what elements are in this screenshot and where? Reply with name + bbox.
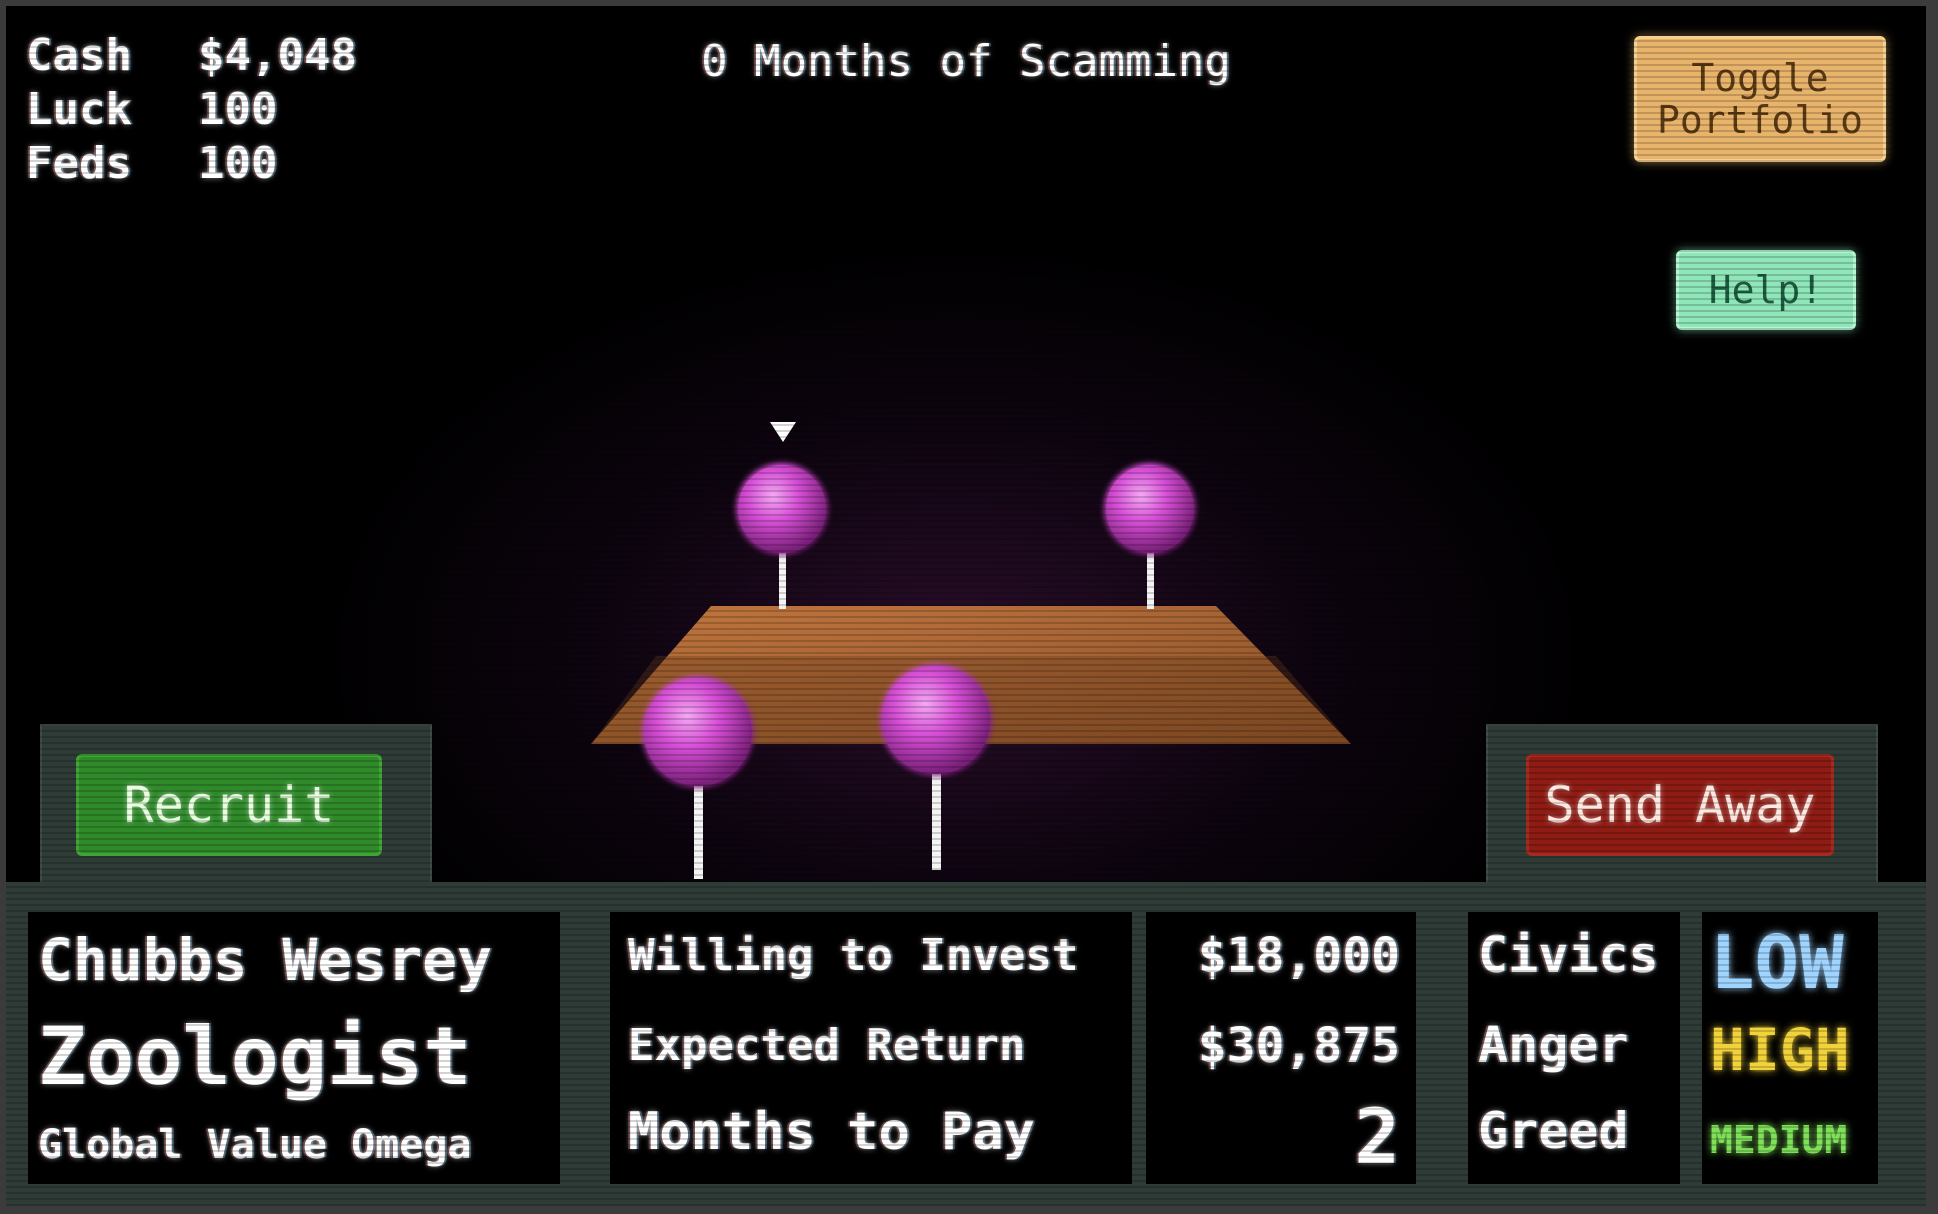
investor-company: Global Value Omega bbox=[38, 1122, 472, 1168]
term-label: Months to Pay bbox=[628, 1102, 1035, 1162]
pin-icon[interactable] bbox=[880, 664, 992, 870]
trait-label: Anger bbox=[1478, 1016, 1629, 1074]
recruit-button[interactable]: Recruit bbox=[76, 754, 382, 856]
investment-terms-values: $18,000 $30,875 2 bbox=[1146, 912, 1416, 1184]
pin-icon[interactable] bbox=[736, 463, 828, 609]
pin-icon[interactable] bbox=[1104, 463, 1196, 609]
investor-info-panel: Chubbs Wesrey Zoologist Global Value Ome… bbox=[6, 882, 1926, 1206]
investor-identity-box: Chubbs Wesrey Zoologist Global Value Ome… bbox=[28, 912, 560, 1184]
term-label: Willing to Invest bbox=[628, 930, 1079, 981]
term-value: 2 bbox=[1354, 1092, 1400, 1181]
term-value: $30,875 bbox=[1197, 1018, 1400, 1074]
trait-label: Greed bbox=[1478, 1102, 1629, 1160]
investor-job: Zoologist bbox=[38, 1010, 472, 1103]
selector-arrow-icon bbox=[770, 422, 796, 442]
trait-level: LOW bbox=[1710, 920, 1844, 1006]
term-label: Expected Return bbox=[628, 1020, 1026, 1071]
trait-labels: Civics Anger Greed bbox=[1468, 912, 1680, 1184]
trait-levels: LOW HIGH MEDIUM bbox=[1702, 912, 1878, 1184]
pin-icon[interactable] bbox=[642, 676, 754, 879]
send-away-button[interactable]: Send Away bbox=[1526, 754, 1834, 856]
investor-name: Chubbs Wesrey bbox=[38, 926, 492, 994]
trait-label: Civics bbox=[1478, 926, 1659, 984]
game-screen: Cash $4,048 Luck 100 Feds 100 0 Months o… bbox=[6, 6, 1926, 1206]
term-value: $18,000 bbox=[1197, 928, 1400, 984]
trait-level: HIGH bbox=[1710, 1016, 1850, 1084]
trait-level: MEDIUM bbox=[1710, 1118, 1848, 1162]
investment-terms-labels: Willing to Invest Expected Return Months… bbox=[610, 912, 1132, 1184]
